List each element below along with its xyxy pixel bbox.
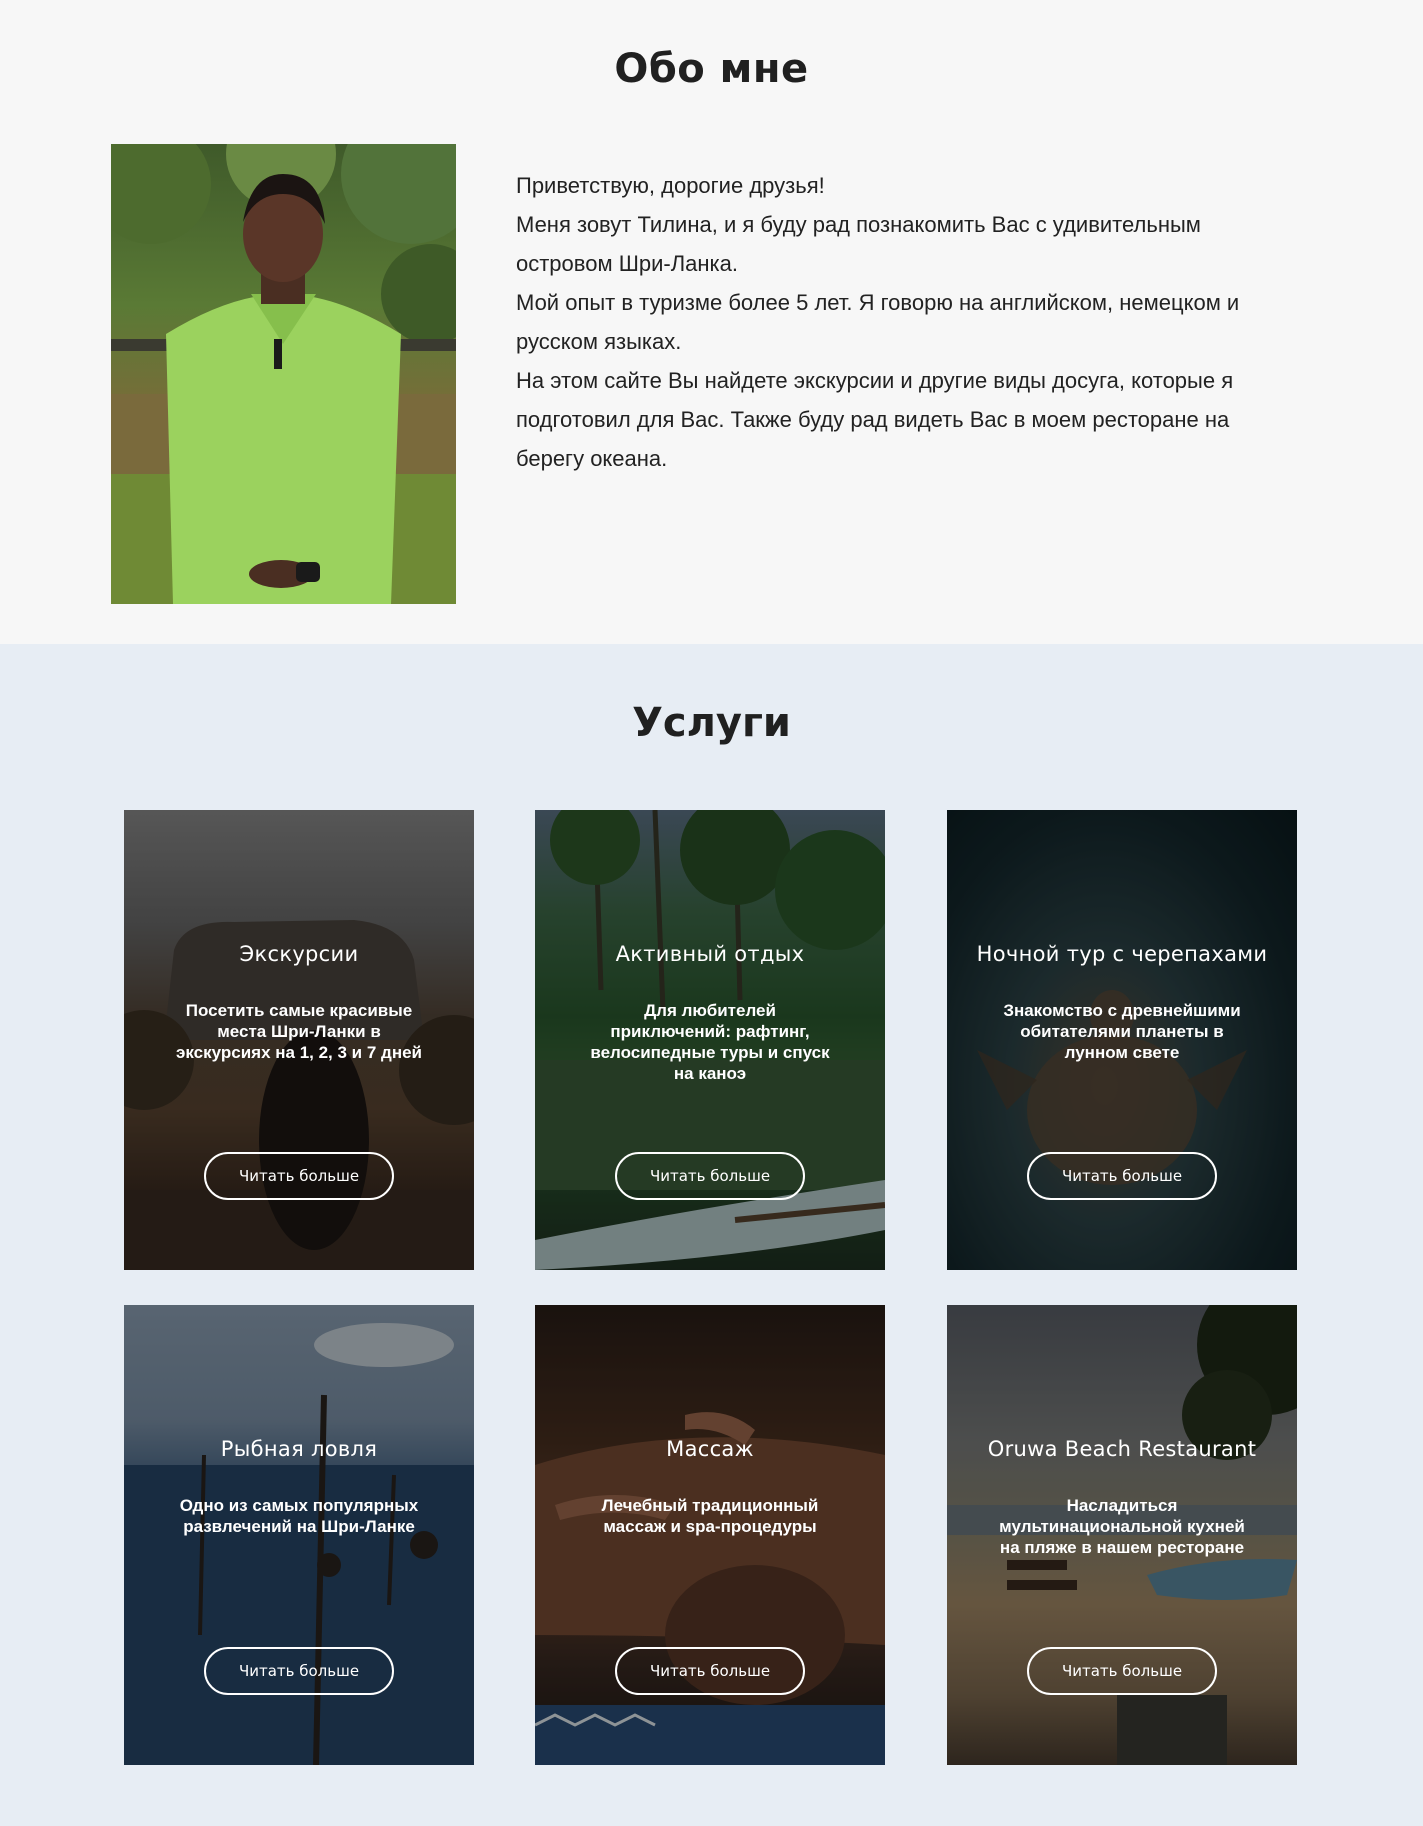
card-title: Массаж <box>666 1437 754 1461</box>
about-paragraph: Мой опыт в туризме более 5 лет. Я говорю… <box>516 290 1240 354</box>
read-more-button[interactable]: Читать больше <box>1027 1647 1217 1695</box>
read-more-button[interactable]: Читать больше <box>204 1152 394 1200</box>
card-description: Знакомство с древнейшими обитателями пла… <box>1003 1001 1241 1062</box>
portrait-photo <box>111 144 456 604</box>
service-card-fishing[interactable]: Рыбная ловля Одно из самых популярных ра… <box>124 1305 474 1765</box>
service-card-excursions[interactable]: Экскурсии Посетить самые красивые места … <box>124 810 474 1270</box>
card-title: Экскурсии <box>239 942 359 966</box>
card-title: Oruwa Beach Restaurant <box>987 1437 1257 1461</box>
service-card-active-rest[interactable]: Активный отдых Для любителей приключений… <box>535 810 885 1270</box>
card-title: Активный отдых <box>615 942 805 966</box>
service-card-massage[interactable]: Массаж Лечебный традиционный массаж и sp… <box>535 1305 885 1765</box>
read-more-button[interactable]: Читать больше <box>204 1647 394 1695</box>
about-title: Обо мне <box>614 46 809 92</box>
about-text: Приветствую, дорогие друзья! Меня зовут … <box>516 166 1256 478</box>
service-card-turtle-tour[interactable]: Ночной тур с черепахами Знакомство с дре… <box>947 810 1297 1270</box>
services-section: Услуги Экскурсии Посетить самые красивые… <box>0 644 1423 1826</box>
card-title: Рыбная ловля <box>220 1437 378 1461</box>
card-description: Посетить самые красивые места Шри-Ланки … <box>176 1001 422 1062</box>
about-paragraph: Приветствую, дорогие друзья! <box>516 173 825 198</box>
about-paragraph: На этом сайте Вы найдете экскурсии и дру… <box>516 368 1234 471</box>
read-more-button[interactable]: Читать больше <box>1027 1152 1217 1200</box>
about-paragraph: Меня зовут Тилина, и я буду рад познаком… <box>516 212 1201 276</box>
read-more-button[interactable]: Читать больше <box>615 1647 805 1695</box>
card-description: Для любителей приключений: рафтинг, вело… <box>590 1001 830 1083</box>
card-description: Одно из самых популярных развлечений на … <box>179 1496 419 1536</box>
service-card-restaurant[interactable]: Oruwa Beach Restaurant Насладиться мульт… <box>947 1305 1297 1765</box>
read-more-button[interactable]: Читать больше <box>615 1152 805 1200</box>
card-description: Насладиться мультинациональной кухней на… <box>999 1496 1245 1557</box>
card-description: Лечебный традиционный массаж и spa-проце… <box>601 1496 819 1536</box>
services-title: Услуги <box>632 700 791 746</box>
about-section: Обо мне Приветствую, дорогие друзья! Мен… <box>0 0 1423 644</box>
card-title: Ночной тур с черепахами <box>976 942 1268 966</box>
